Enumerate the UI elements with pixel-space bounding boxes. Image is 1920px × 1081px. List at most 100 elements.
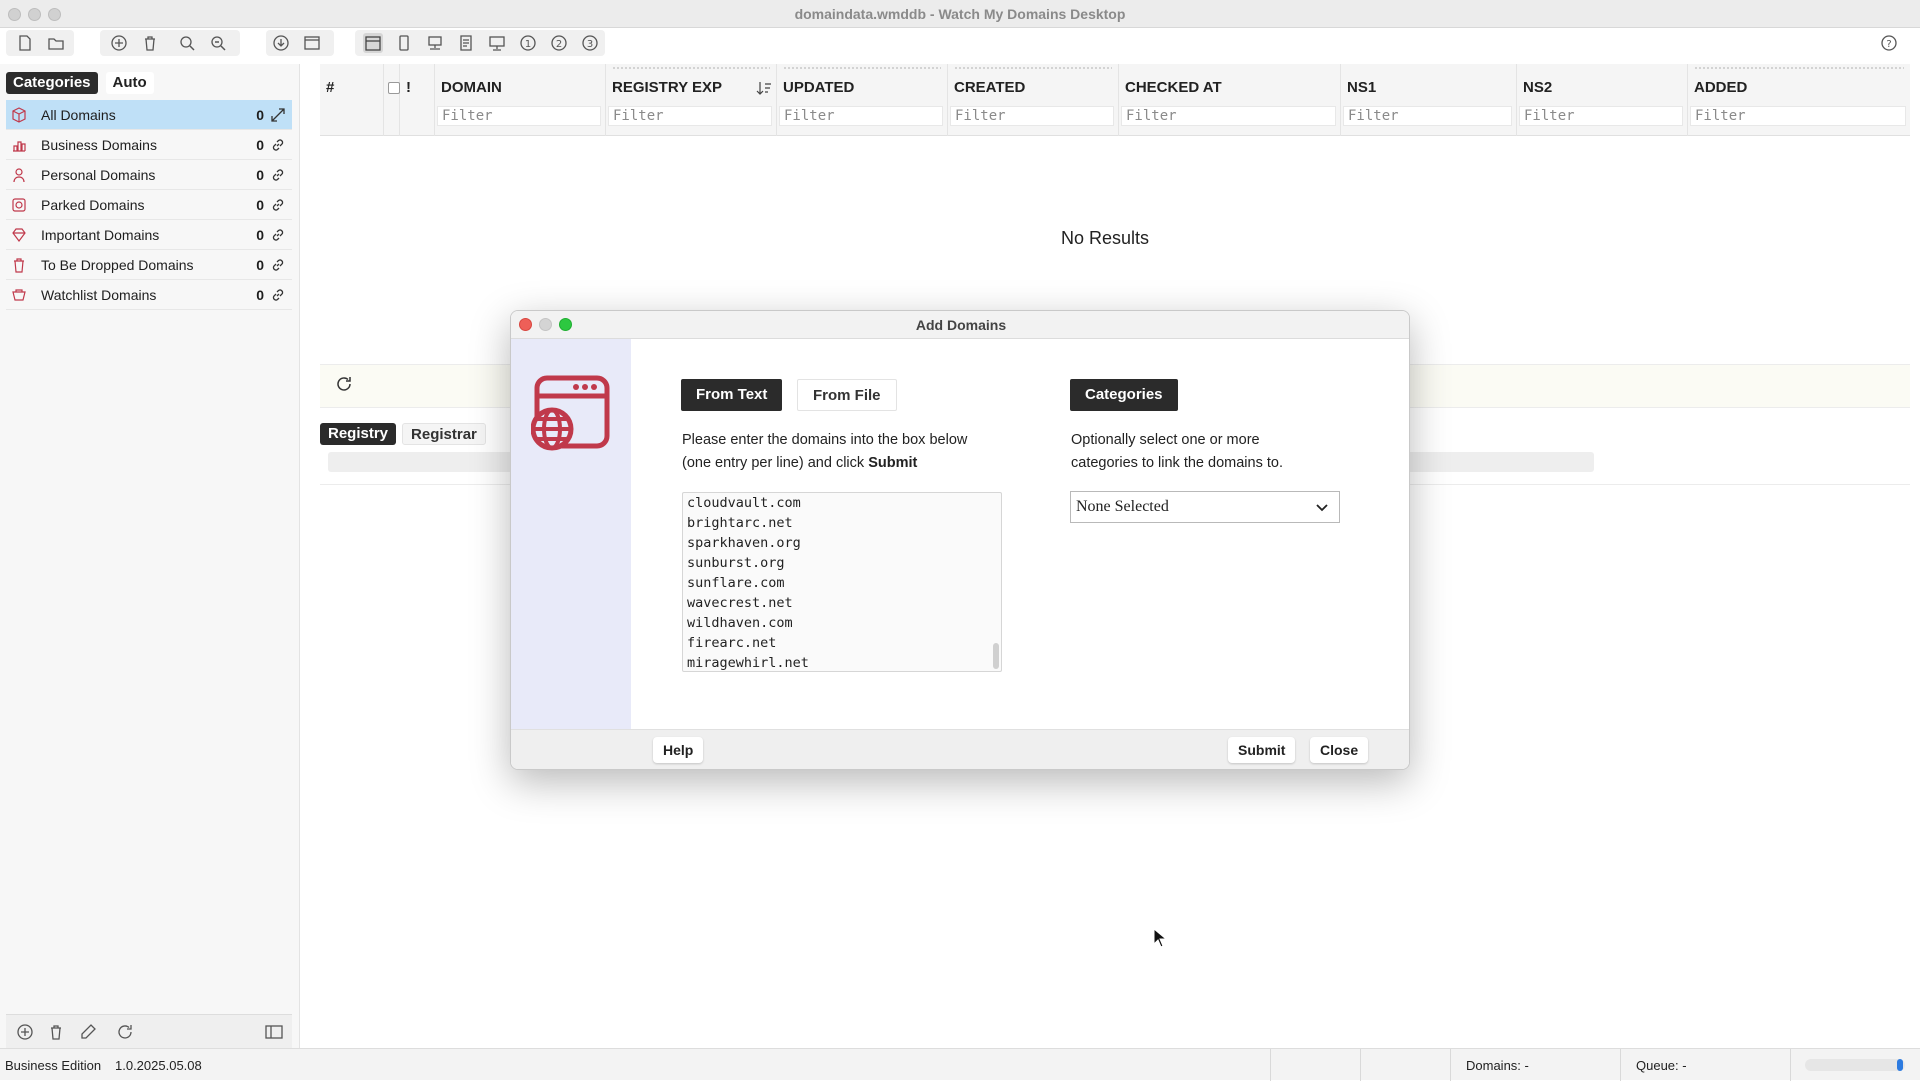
calendar-icon[interactable] [363, 33, 383, 53]
help-icon[interactable]: ? [1879, 33, 1899, 53]
registry-exp-filter-input[interactable]: Filter [608, 106, 772, 126]
document-icon[interactable] [456, 33, 476, 53]
link-icon[interactable] [270, 227, 286, 243]
server-icon[interactable] [425, 33, 445, 53]
category-row-all-domains[interactable]: All Domains 0 [6, 100, 292, 130]
submit-button[interactable]: Submit [1228, 737, 1296, 763]
detail-tabs: Registry Registrar [320, 423, 486, 445]
tab-auto[interactable]: Auto [105, 72, 154, 94]
expand-icon[interactable] [270, 107, 286, 123]
new-file-icon[interactable] [15, 33, 35, 53]
trash-icon [14, 258, 24, 273]
refresh-details-icon[interactable] [334, 374, 354, 394]
column-title: # [326, 79, 335, 96]
category-row-to-be-dropped-domains[interactable]: To Be Dropped Domains 0 [6, 250, 292, 280]
column-index[interactable]: # [320, 64, 384, 136]
category-row-business-domains[interactable]: Business Domains 0 [6, 130, 292, 160]
edition-text: Business Edition [5, 1058, 102, 1073]
category-row-watchlist-domains[interactable]: Watchlist Domains 0 [6, 280, 292, 310]
column-title: ! [406, 79, 411, 96]
textarea-scrollbar[interactable] [993, 643, 999, 669]
refresh-icon[interactable] [115, 1022, 135, 1042]
number-2-icon[interactable]: 2 [549, 33, 569, 53]
help-button[interactable]: Help [653, 737, 704, 763]
domains-count-text: Domains: - [1466, 1058, 1529, 1073]
category-select[interactable]: None Selected [1070, 491, 1340, 523]
lookup-icon[interactable] [177, 33, 197, 53]
column-drag-grip[interactable] [954, 66, 1112, 71]
svg-text:1: 1 [525, 39, 531, 50]
sort-descending-icon[interactable] [756, 80, 772, 96]
column-drag-grip[interactable] [783, 66, 941, 71]
checked-at-filter-input[interactable]: Filter [1121, 106, 1336, 126]
domains-textarea[interactable]: cloudvault.com brightarc.net sparkhaven.or… [682, 492, 1002, 672]
link-icon[interactable] [270, 167, 286, 183]
select-all-checkbox[interactable] [388, 82, 400, 94]
dialog-footer: Help Submit Close [511, 729, 1409, 769]
category-label: All Domains [41, 107, 116, 123]
column-registry-exp[interactable]: REGISTRY EXP Filter [606, 64, 777, 136]
column-checked-at[interactable]: CHECKED AT Filter [1119, 64, 1341, 136]
instruction-line-1: Please enter the domains into the box be… [682, 432, 968, 448]
column-drag-grip[interactable] [612, 66, 770, 71]
column-created[interactable]: CREATED Filter [948, 64, 1119, 136]
svg-text:?: ? [1886, 39, 1891, 50]
category-label: Personal Domains [41, 167, 156, 183]
category-row-parked-domains[interactable]: Parked Domains 0 [6, 190, 292, 220]
column-updated[interactable]: UPDATED Filter [777, 64, 948, 136]
category-label: To Be Dropped Domains [41, 257, 194, 273]
close-button[interactable]: Close [1310, 737, 1369, 763]
instruction-line-2: (one entry per line) and click Submit [682, 452, 967, 475]
phone-icon[interactable] [394, 33, 414, 53]
domain-entry: wavecrest.net [687, 595, 793, 611]
domain-filter-input[interactable]: Filter [437, 106, 601, 126]
column-ns1[interactable]: NS1 Filter [1341, 64, 1517, 136]
tab-from-text[interactable]: From Text [681, 379, 783, 411]
link-icon[interactable] [270, 137, 286, 153]
categories-header-button[interactable]: Categories [1070, 379, 1178, 411]
edit-category-icon[interactable] [78, 1022, 98, 1042]
created-filter-input[interactable]: Filter [950, 106, 1114, 126]
add-icon[interactable] [109, 33, 129, 53]
add-category-icon[interactable] [15, 1022, 35, 1042]
column-flag[interactable]: ! [400, 64, 435, 136]
status-bar: Business Edition 1.0.2025.05.08 Domains:… [0, 1048, 1920, 1081]
lookup-selected-icon[interactable] [208, 33, 228, 53]
column-drag-grip[interactable] [1694, 66, 1904, 71]
category-list: All Domains 0 Business Domains 0 Persona… [6, 100, 292, 310]
monitor-icon[interactable] [487, 33, 507, 53]
updated-filter-input[interactable]: Filter [779, 106, 943, 126]
column-title: CHECKED AT [1125, 79, 1222, 96]
category-count: 0 [256, 287, 264, 303]
sidebar-tabs: Categories Auto [6, 72, 154, 94]
number-1-icon[interactable]: 1 [518, 33, 538, 53]
link-icon[interactable] [270, 257, 286, 273]
panel-toggle-icon[interactable] [264, 1022, 284, 1042]
open-folder-icon[interactable] [46, 33, 66, 53]
watch-icon [12, 289, 26, 301]
domain-entry: miragewhirl.net [687, 655, 809, 671]
ns2-filter-input[interactable]: Filter [1519, 106, 1683, 126]
trash-icon[interactable] [140, 33, 160, 53]
column-ns2[interactable]: NS2 Filter [1517, 64, 1688, 136]
column-domain[interactable]: DOMAIN Filter [435, 64, 606, 136]
download-icon[interactable] [271, 33, 291, 53]
link-icon[interactable] [270, 197, 286, 213]
category-row-personal-domains[interactable]: Personal Domains 0 [6, 160, 292, 190]
column-added[interactable]: ADDED Filter [1688, 64, 1910, 136]
category-row-important-domains[interactable]: Important Domains 0 [6, 220, 292, 250]
column-select[interactable] [384, 64, 400, 136]
sidebar: Categories Auto All Domains 0 Business D… [0, 64, 300, 1048]
version-text: 1.0.2025.05.08 [115, 1058, 202, 1073]
tab-registrar[interactable]: Registrar [402, 423, 486, 445]
window-icon[interactable] [302, 33, 322, 53]
link-icon[interactable] [270, 287, 286, 303]
ns1-filter-input[interactable]: Filter [1343, 106, 1512, 126]
number-3-icon[interactable]: 3 [580, 33, 600, 53]
added-filter-input[interactable]: Filter [1690, 106, 1906, 126]
tab-from-file[interactable]: From File [797, 379, 897, 411]
tab-categories[interactable]: Categories [6, 72, 98, 94]
tab-registry[interactable]: Registry [320, 423, 397, 445]
delete-category-icon[interactable] [46, 1022, 66, 1042]
instruction-line-2-text: (one entry per line) and click [682, 455, 865, 471]
